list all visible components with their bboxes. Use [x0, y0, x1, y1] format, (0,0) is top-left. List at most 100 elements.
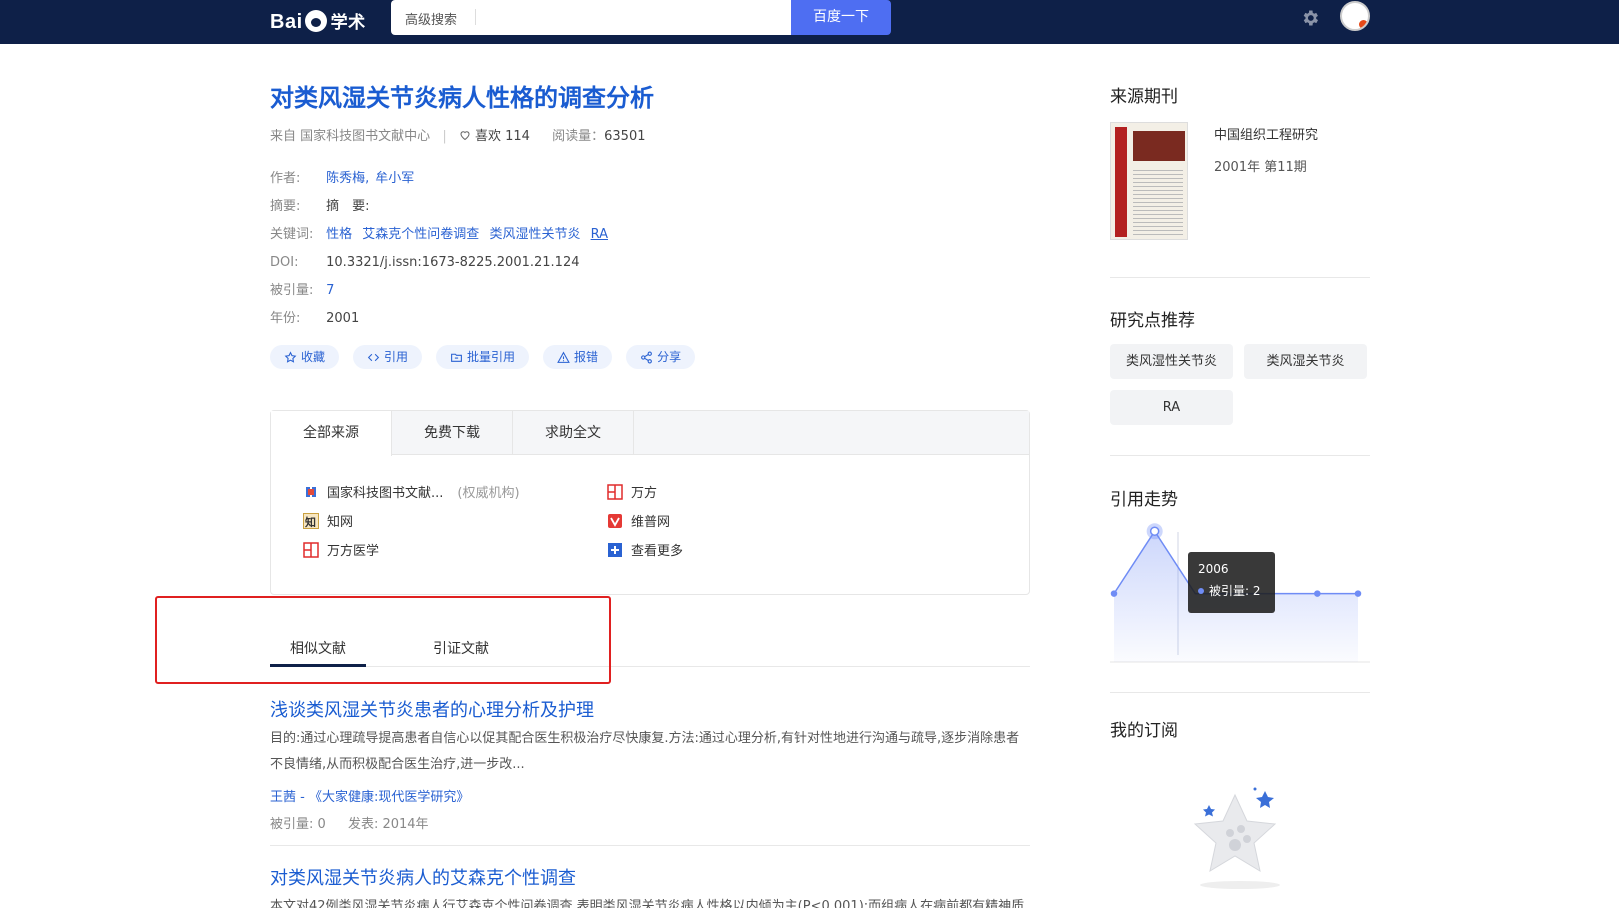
- code-icon: [367, 353, 380, 361]
- keyword-link[interactable]: 类风湿性关节炎: [489, 227, 580, 242]
- related-paper-source[interactable]: 王茜 - 《大家健康:现代医学研究》: [270, 786, 1030, 805]
- related-paper-date: 发表: 2014年: [347, 817, 429, 832]
- advanced-search-link[interactable]: 高级搜索: [405, 9, 457, 28]
- search-button[interactable]: 百度一下: [791, 0, 891, 35]
- empty-star-illustration: [1193, 787, 1280, 889]
- journal-name[interactable]: 中国组织工程研究: [1214, 124, 1318, 143]
- wanfang-icon: [607, 483, 623, 500]
- star-icon: [284, 350, 297, 363]
- trend-point[interactable]: [1314, 590, 1321, 597]
- field-label: 摘要:: [270, 199, 301, 214]
- keyword-link[interactable]: RA: [591, 227, 608, 242]
- research-point-chip[interactable]: RA: [1110, 390, 1233, 425]
- likes-label: 喜欢: [474, 129, 501, 144]
- paper-title: 对类风湿关节炎病人性格的调查分析: [270, 84, 654, 112]
- research-point-chip[interactable]: 类风湿性关节炎: [1110, 344, 1233, 379]
- search-input[interactable]: [483, 4, 783, 30]
- paper-fields: 作者: 陈秀梅, 牟小军 摘要: 摘 要: 关键词: 性格 艾森克个性问卷调查 类…: [270, 165, 614, 333]
- folder-icon: [451, 353, 462, 362]
- cited-count-link[interactable]: 7: [326, 283, 334, 298]
- highlight-box: [155, 596, 611, 684]
- related-paper-title[interactable]: 浅谈类风湿关节炎患者的心理分析及护理: [270, 696, 1030, 722]
- action-label: 报错: [574, 350, 599, 364]
- field-label: 关键词:: [270, 227, 314, 242]
- chart-tooltip: 2006 被引量: 2: [1188, 552, 1275, 613]
- heart-icon[interactable]: [459, 129, 471, 141]
- year-row: 年份: 2001: [270, 305, 614, 333]
- source-item-nstl[interactable]: 国家科技图书文献... (权威机构): [303, 482, 520, 501]
- wanfang-icon: [303, 541, 319, 558]
- tab-request-fulltext[interactable]: 求助全文: [513, 411, 634, 455]
- warning-icon: [557, 351, 570, 363]
- tab-all-sources[interactable]: 全部来源: [271, 411, 392, 456]
- divider: [475, 9, 476, 25]
- vip-icon: [608, 513, 622, 528]
- journal-issue: 2001年 第11期: [1214, 160, 1307, 175]
- divider: [1110, 277, 1370, 278]
- gear-icon[interactable]: [1300, 8, 1320, 28]
- subscribe-heading: 我的订阅: [1110, 721, 1178, 741]
- related-paper-cited: 被引量: 0: [270, 817, 326, 832]
- sources-panel: 全部来源 免费下载 求助全文 国家科技图书文献... (权威机构) 知 知网 万…: [270, 410, 1030, 595]
- action-bar: 收藏 引用 批量引用 报错 分享: [270, 345, 696, 369]
- abstract-row: 摘要: 摘 要:: [270, 193, 614, 221]
- author-link[interactable]: 牟小军: [375, 171, 414, 186]
- year-value: 2001: [326, 311, 360, 326]
- batch-cite-button[interactable]: 批量引用: [436, 345, 530, 369]
- source-item-wanfang-med[interactable]: 万方医学: [303, 540, 379, 559]
- user-avatar[interactable]: [1340, 1, 1370, 31]
- paw-icon: [304, 10, 327, 32]
- related-paper-title[interactable]: 对类风湿关节炎病人的艾森克个性调查: [270, 864, 1030, 890]
- trend-heading: 引用走势: [1110, 490, 1178, 510]
- source-tabs: 全部来源 免费下载 求助全文: [271, 411, 1029, 456]
- doi-value: 10.3321/j.issn:1673-8225.2001.21.124: [326, 255, 580, 270]
- keywords-row: 关键词: 性格 艾森克个性问卷调查 类风湿性关节炎 RA: [270, 221, 614, 249]
- author-link[interactable]: 陈秀梅,: [326, 171, 369, 186]
- favorite-button[interactable]: 收藏: [270, 345, 340, 369]
- keyword-link[interactable]: 性格: [326, 227, 352, 242]
- trend-point[interactable]: [1354, 590, 1362, 597]
- trend-point[interactable]: [1110, 590, 1118, 597]
- top-nav-bar: Bai 学术 高级搜索 百度一下: [0, 0, 1619, 44]
- share-button[interactable]: 分享: [626, 345, 696, 369]
- plus-icon: [608, 542, 622, 557]
- doi-row: DOI: 10.3321/j.issn:1673-8225.2001.21.12…: [270, 249, 614, 277]
- tooltip-value: 2: [1252, 584, 1261, 598]
- report-error-button[interactable]: 报错: [543, 345, 613, 369]
- field-label: 被引量:: [270, 283, 314, 298]
- source-name[interactable]: 国家科技图书文献中心: [300, 129, 430, 144]
- cite-button[interactable]: 引用: [353, 345, 423, 369]
- source-item-vip[interactable]: 维普网: [607, 511, 670, 530]
- field-label: 作者:: [270, 171, 301, 186]
- cnki-icon: 知: [303, 512, 319, 529]
- reads-count: 63501: [604, 129, 646, 144]
- source-name: 知网: [327, 515, 354, 530]
- share-icon: [641, 351, 652, 363]
- tooltip-label: 被引量:: [1209, 584, 1250, 598]
- keyword-link[interactable]: 艾森克个性问卷调查: [362, 227, 479, 242]
- action-label: 收藏: [301, 350, 326, 364]
- trend-point[interactable]: [1149, 526, 1160, 536]
- source-item-cnki[interactable]: 知 知网: [303, 511, 353, 530]
- source-item-wanfang[interactable]: 万方: [607, 482, 657, 501]
- related-paper-meta: 被引量: 0 发表: 2014年: [270, 813, 1030, 832]
- action-label: 分享: [657, 350, 682, 364]
- author-row: 作者: 陈秀梅, 牟小军: [270, 165, 614, 193]
- nstl-icon: [304, 484, 318, 499]
- field-label: 年份:: [270, 311, 301, 326]
- journal-heading: 来源期刊: [1110, 87, 1178, 107]
- journal-cover[interactable]: [1110, 122, 1188, 240]
- source-name: 万方医学: [327, 544, 380, 559]
- baidu-scholar-logo[interactable]: Bai 学术: [270, 8, 366, 34]
- source-name: 查看更多: [631, 544, 684, 559]
- source-name: 国家科技图书文献...: [327, 486, 444, 501]
- source-name: 维普网: [631, 515, 671, 530]
- logo-text: Bai: [270, 11, 303, 33]
- cited-row: 被引量: 7: [270, 277, 614, 305]
- paper-meta: 来自 国家科技图书文献中心 | 喜欢 114 阅读量：63501: [270, 129, 646, 144]
- research-point-chip[interactable]: 类风湿关节炎: [1244, 344, 1367, 379]
- tab-free-download[interactable]: 免费下载: [392, 411, 513, 455]
- abstract-text: 摘 要:: [326, 199, 370, 214]
- source-more-link[interactable]: 查看更多: [607, 540, 683, 559]
- likes-count: 114: [505, 129, 530, 144]
